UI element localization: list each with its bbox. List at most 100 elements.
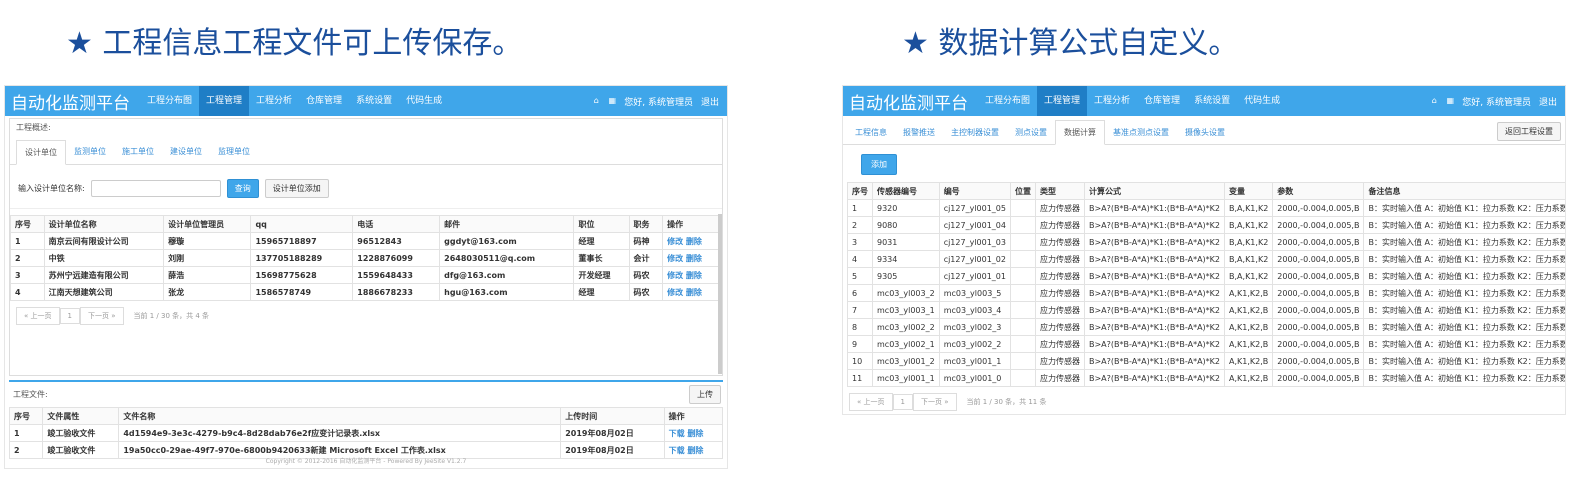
table-cell: B：实时输入值 A：初始值 K1：拉力系数 K2：压力系数 bbox=[1363, 250, 1565, 268]
query-button[interactable]: 查询 bbox=[226, 179, 259, 198]
table-cell: B,A,K1,K2 bbox=[1224, 233, 1274, 251]
table-cell bbox=[1009, 233, 1036, 251]
table-cell: mc03_yl003_4 bbox=[938, 301, 1011, 319]
table-cell: ggdyt@163.com bbox=[439, 232, 575, 250]
table-row[interactable]: 1 南京云间有限设计公司 穆璇 15965718897 96512843 ggdyt@16… bbox=[10, 232, 722, 250]
brand-title: 自动化监测平台 bbox=[11, 93, 130, 114]
tab-camera-settings[interactable]: 摄像头设置 bbox=[1177, 121, 1233, 144]
pager-prev[interactable]: « 上一页 bbox=[16, 307, 60, 325]
table-row[interactable]: 1 竣工验收文件 4d1594e9-3e3c-4279-b9c4-8d28dab76… bbox=[8, 424, 724, 442]
unit-tabs: 设计单位 监测单位 施工单位 建设单位 监理单位 bbox=[10, 140, 722, 165]
table-cell: 应力传感器 bbox=[1034, 216, 1085, 234]
tab-supervision-unit[interactable]: 监理单位 bbox=[210, 140, 258, 164]
tab-project-info[interactable]: 工程信息 bbox=[847, 121, 895, 144]
nav-item-warehouse[interactable]: 仓库管理 bbox=[1137, 86, 1187, 116]
table-row[interactable]: 4 9334 cj127_yl001_02 应力传感器 B>A?(B*B-A*A)*K1… bbox=[847, 250, 1565, 268]
table-cell: 应力传感器 bbox=[1034, 233, 1085, 251]
table-row[interactable]: 3 9031 cj127_yl001_03 应力传感器 B>A?(B*B-A*A)*K1… bbox=[847, 233, 1565, 251]
grid-icon[interactable]: ▦ bbox=[608, 97, 616, 105]
table-cell: 2000,-0.004,0.005,B bbox=[1272, 318, 1365, 336]
nav-item-system[interactable]: 系统设置 bbox=[349, 86, 399, 116]
add-button[interactable]: 添加 bbox=[861, 154, 897, 175]
tab-construction-unit[interactable]: 施工单位 bbox=[114, 140, 162, 164]
files-section: 工程文件: 上传 序号 文件属性 文件名称 上传时间 操作 1 竣工验收文件 4d1594e… bbox=[8, 380, 724, 459]
nav-item-distribution[interactable]: 工程分布图 bbox=[140, 86, 199, 116]
logout-link[interactable]: 退出 bbox=[1539, 95, 1557, 108]
pager-page[interactable]: 1 bbox=[59, 308, 80, 324]
nav-item-analysis[interactable]: 工程分析 bbox=[249, 86, 299, 116]
data-calculation-panel: 自动化监测平台 工程分布图 工程管理 工程分析 仓库管理 系统设置 代码生成 ⌂… bbox=[842, 85, 1566, 415]
scrollbar[interactable] bbox=[718, 214, 722, 374]
user-greeting[interactable]: 您好, 系统管理员 bbox=[624, 95, 693, 108]
overview-section: 工程概述: 设计单位 监测单位 施工单位 建设单位 监理单位 输入设计单位名称:… bbox=[9, 118, 723, 376]
logout-link[interactable]: 退出 bbox=[701, 95, 719, 108]
home-icon[interactable]: ⌂ bbox=[592, 97, 600, 105]
pager-prev[interactable]: « 上一页 bbox=[849, 393, 893, 411]
row-actions[interactable]: 修改 删除 bbox=[662, 232, 722, 250]
nav-item-system[interactable]: 系统设置 bbox=[1187, 86, 1237, 116]
nav-item-warehouse[interactable]: 仓库管理 bbox=[299, 86, 349, 116]
search-input[interactable] bbox=[90, 180, 221, 197]
table-row[interactable]: 3 苏州宁远建造有限公司 薛浩 15698775628 1559648433 dfg@16… bbox=[10, 266, 722, 284]
table-row[interactable]: 10 mc03_yl001_2 mc03_yl001_1 应力传感器 B>A?(B*B-… bbox=[847, 352, 1565, 370]
nav-item-codegen[interactable]: 代码生成 bbox=[399, 86, 449, 116]
add-design-unit-button[interactable]: 设计单位添加 bbox=[264, 179, 329, 198]
table-row[interactable]: 5 9305 cj127_yl001_01 应力传感器 B>A?(B*B-A*A)*K1… bbox=[847, 267, 1565, 285]
table-cell bbox=[1009, 301, 1036, 319]
table-cell: 1228876099 bbox=[352, 249, 441, 267]
table-cell: mc03_yl002_1 bbox=[872, 335, 940, 353]
table-cell: A,K1,K2,B bbox=[1224, 318, 1274, 336]
home-icon[interactable]: ⌂ bbox=[1430, 97, 1438, 105]
tab-design-unit[interactable]: 设计单位 bbox=[16, 140, 66, 165]
table-row[interactable]: 2 中铁 刘刚 13770518828​9 1228876099 2648030511@q… bbox=[10, 249, 722, 267]
table-cell: B：实时输入值 A：初始值 K1：拉力系数 K2：压力系数 bbox=[1363, 318, 1565, 336]
table-row[interactable]: 6 mc03_yl003_2 mc03_yl003_5 应力传感器 B>A?(B*B-A… bbox=[847, 284, 1565, 302]
tab-baseline-settings[interactable]: 基准点测点设置 bbox=[1105, 121, 1177, 144]
table-row[interactable]: 1 9320 cj127_yl001_05 应力传感器 B>A?(B*B-A*A)*K1… bbox=[847, 199, 1565, 217]
table-cell: 1886678233 bbox=[352, 283, 441, 301]
table-row[interactable]: 4 江南天想建筑公司 张龙 1586578749 1886678233 hgu@163.c… bbox=[10, 283, 722, 301]
table-cell: B>A?(B*B-A*A)*K1:(B*B-A*A)*K2 bbox=[1083, 369, 1226, 387]
pager-page[interactable]: 1 bbox=[892, 394, 913, 410]
tab-monitor-unit[interactable]: 监测单位 bbox=[66, 140, 114, 164]
table-cell: 南京云间有限设计公司 bbox=[43, 232, 165, 250]
upload-button[interactable]: 上传 bbox=[689, 385, 721, 404]
table-cell: 应力传感器 bbox=[1034, 199, 1085, 217]
table-row[interactable]: 8 mc03_yl002_2 mc03_yl002_3 应力传感器 B>A?(B*B-A… bbox=[847, 318, 1565, 336]
caption-right: ★ 数据计算公式自定义。 bbox=[902, 26, 1239, 61]
row-actions[interactable]: 修改 删除 bbox=[662, 249, 722, 267]
tab-data-calculation[interactable]: 数据计算 bbox=[1055, 120, 1105, 145]
nav-item-analysis[interactable]: 工程分析 bbox=[1087, 86, 1137, 116]
back-to-settings-button[interactable]: 返回工程设置 bbox=[1497, 122, 1561, 141]
pager-next[interactable]: 下一页 » bbox=[79, 307, 124, 325]
table-cell: hgu@163.com bbox=[439, 283, 575, 301]
nav-item-project-management[interactable]: 工程管理 bbox=[1037, 86, 1088, 116]
row-actions[interactable]: 修改 删除 bbox=[662, 266, 722, 284]
table-cell: mc03_yl001_1 bbox=[938, 352, 1011, 370]
table-row[interactable]: 9 mc03_yl002_1 mc03_yl002_2 应力传感器 B>A?(B*B-A… bbox=[847, 335, 1565, 353]
table-cell: A,K1,K2,B bbox=[1224, 301, 1274, 319]
row-actions[interactable]: 修改 删除 bbox=[662, 283, 722, 301]
nav-item-distribution[interactable]: 工程分布图 bbox=[978, 86, 1037, 116]
table-row[interactable]: 11 mc03_yl001_1 mc03_yl001_0 应力传感器 B>A?(B*B-… bbox=[847, 369, 1565, 387]
column-header: 序号 bbox=[10, 215, 45, 233]
tab-alarm-push[interactable]: 报警推送 bbox=[895, 121, 943, 144]
tab-point-settings[interactable]: 测点设置 bbox=[1007, 121, 1055, 144]
row-actions[interactable]: 下载 删除 bbox=[663, 424, 724, 442]
table-cell: 13770518828​9 bbox=[250, 249, 354, 267]
table-row[interactable]: 2 9080 cj127_yl001_04 应力传感器 B>A?(B*B-A*A)*K1… bbox=[847, 216, 1565, 234]
table-cell: B,A,K1,K2 bbox=[1224, 250, 1274, 268]
grid-icon[interactable]: ▦ bbox=[1446, 97, 1454, 105]
user-greeting[interactable]: 您好, 系统管理员 bbox=[1462, 95, 1531, 108]
nav-item-project-management[interactable]: 工程管理 bbox=[199, 86, 250, 116]
tab-build-unit[interactable]: 建设单位 bbox=[162, 140, 210, 164]
table-cell: 8 bbox=[847, 318, 873, 336]
table-cell: B：实时输入值 A：初始值 K1：拉力系数 K2：压力系数 bbox=[1363, 267, 1565, 285]
column-header: 序号 bbox=[847, 182, 873, 200]
table-row[interactable]: 7 mc03_yl003_1 mc03_yl003_4 应力传感器 B>A?(B*B-A… bbox=[847, 301, 1565, 319]
pager: « 上一页 1 下一页 » 当前 1 / 30 条，共 4 条 bbox=[10, 301, 722, 331]
nav-item-codegen[interactable]: 代码生成 bbox=[1237, 86, 1287, 116]
pager-next[interactable]: 下一页 » bbox=[912, 393, 957, 411]
table-cell: cj127_yl001_03 bbox=[938, 233, 1011, 251]
tab-controller-settings[interactable]: 主控制器设置 bbox=[943, 121, 1007, 144]
